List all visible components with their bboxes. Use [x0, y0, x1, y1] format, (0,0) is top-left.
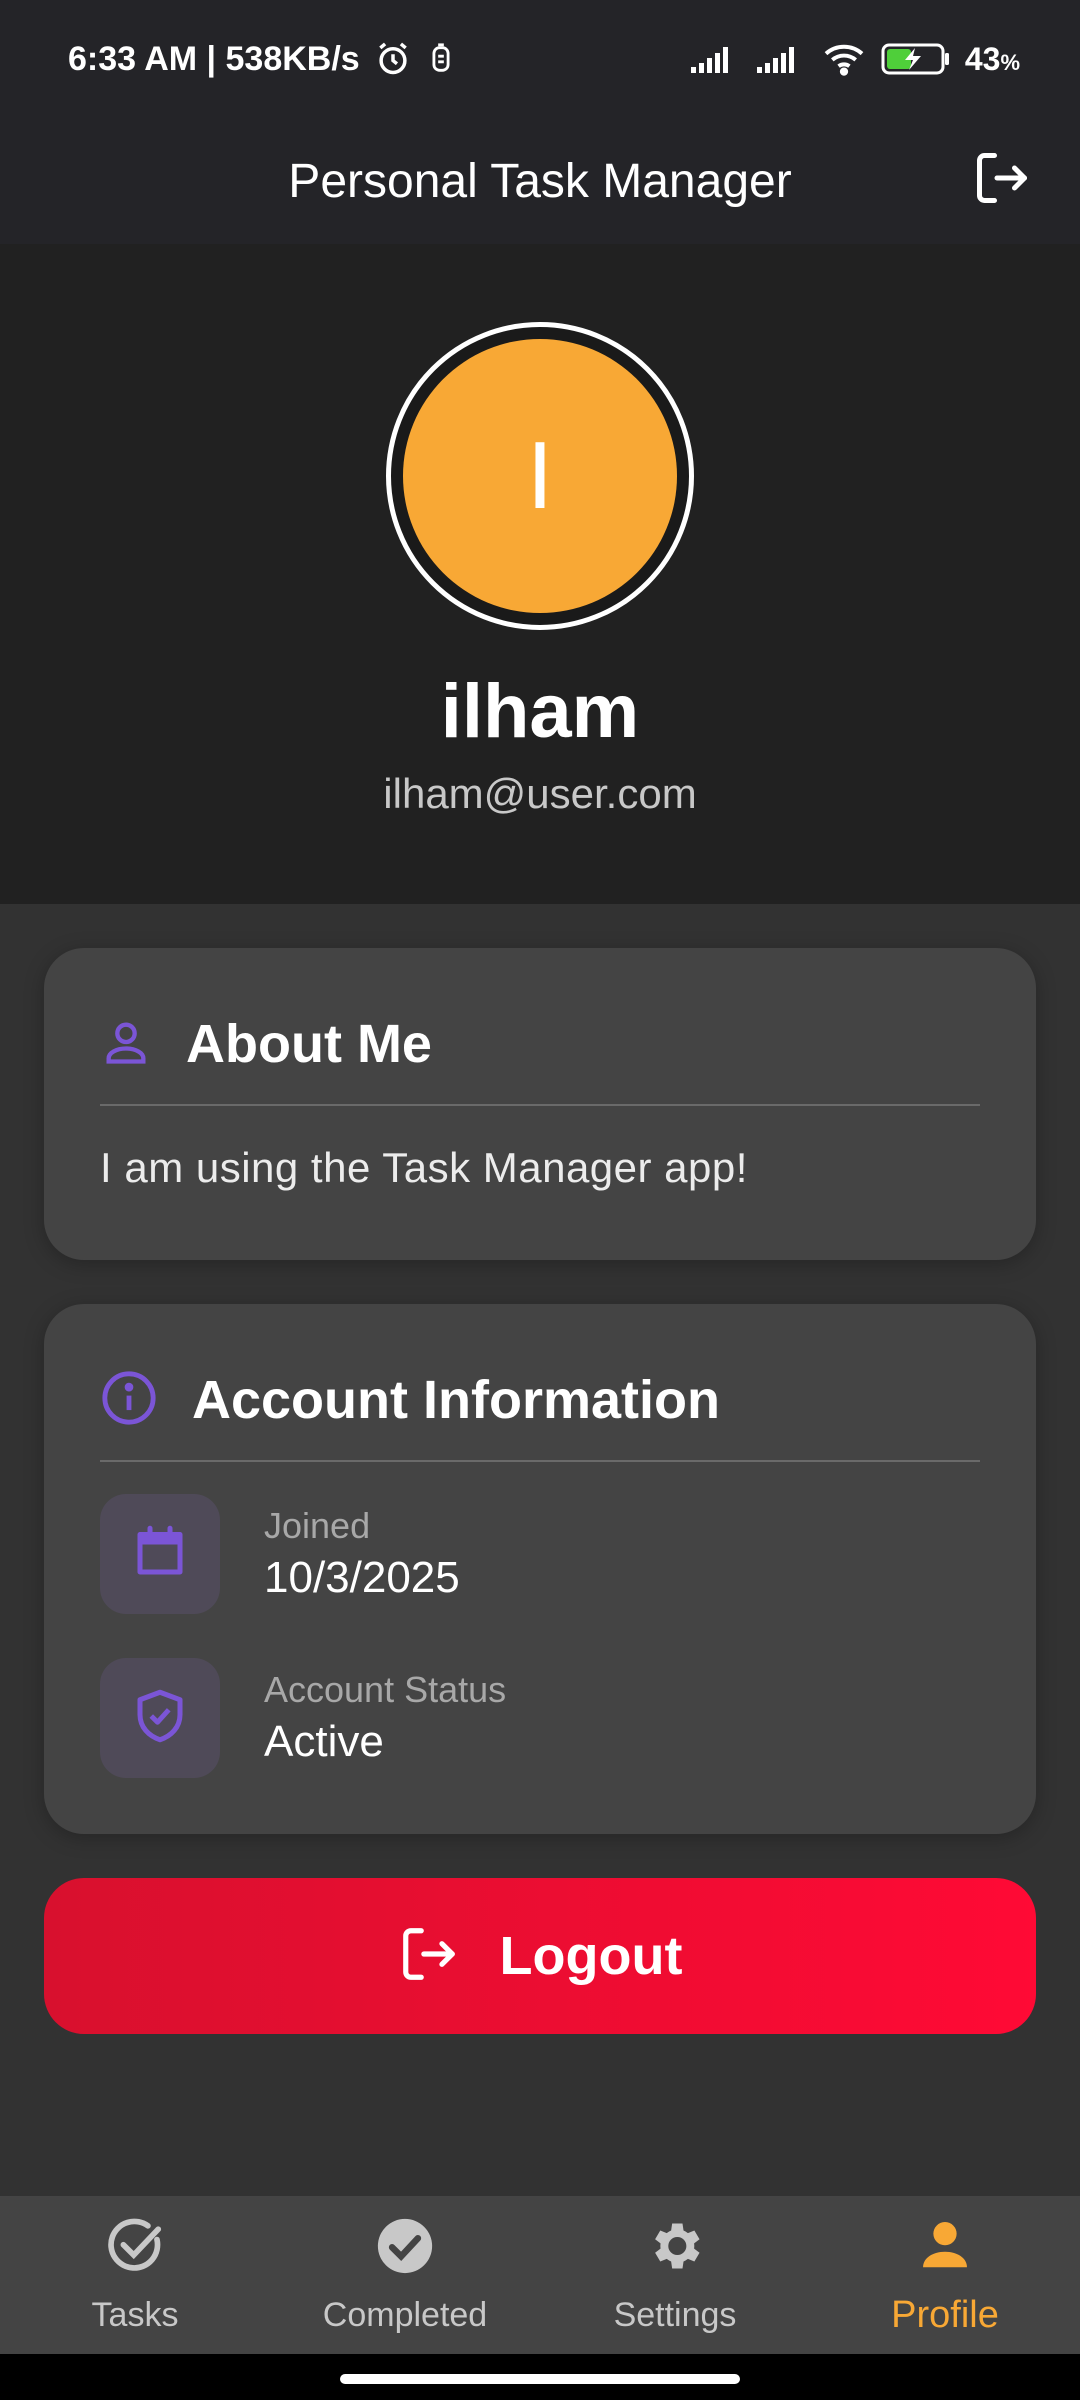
status-value: Active [264, 1717, 384, 1766]
logout-label: Logout [499, 1926, 683, 1986]
status-texts: Account Status Active [264, 1669, 506, 1767]
about-card-header: About Me [100, 1004, 980, 1084]
nav-settings[interactable]: Settings [540, 2196, 810, 2354]
about-text: I am using the Task Manager app! [100, 1144, 748, 1191]
status-bar: 6:33 AM | 538KB/s 43% [0, 0, 1080, 118]
nav-label-completed: Completed [322, 2296, 488, 2334]
account-card: Account Information Joined 10/3/2025 Acc… [44, 1304, 1036, 1834]
about-title: About Me [186, 1014, 432, 1074]
joined-value: 10/3/2025 [264, 1553, 460, 1602]
info-icon [100, 1369, 158, 1432]
alarm-icon [374, 40, 412, 78]
nav-profile[interactable]: Profile [810, 2196, 1080, 2354]
battery-icon [881, 42, 951, 76]
status-icon-box [100, 1658, 220, 1778]
logout-icon [972, 148, 1032, 213]
app-title: Personal Task Manager [288, 154, 792, 208]
nav-completed[interactable]: Completed [270, 2196, 540, 2354]
status-right: 43% [689, 41, 1020, 78]
nav-label-settings: Settings [613, 2296, 737, 2334]
avatar-initial: I [526, 422, 554, 529]
app-bar: Personal Task Manager [0, 118, 1080, 244]
joined-icon-box [100, 1494, 220, 1614]
notification-icon [426, 42, 456, 76]
account-card-header: Account Information [100, 1360, 980, 1440]
nav-label-tasks: Tasks [91, 2296, 179, 2334]
bottom-nav: Tasks Completed Settings Profile [0, 2196, 1080, 2354]
divider [100, 1460, 980, 1462]
status-time: 6:33 AM | 538KB/s [68, 39, 360, 78]
joined-texts: Joined 10/3/2025 [264, 1505, 460, 1603]
battery-percent: 43% [964, 40, 1020, 77]
shield-check-icon [130, 1686, 190, 1751]
status-label: Account Status [264, 1669, 507, 1710]
joined-label: Joined [264, 1505, 371, 1546]
avatar-ring: I [386, 322, 694, 630]
divider [100, 1104, 980, 1106]
gear-icon [644, 2215, 706, 2282]
logout-button[interactable]: Logout [44, 1878, 1036, 2034]
account-status-row: Account Status Active [100, 1658, 980, 1778]
calendar-icon [130, 1522, 190, 1587]
home-indicator[interactable] [340, 2374, 740, 2384]
person-outline-icon [100, 1016, 152, 1073]
about-card: About Me I am using the Task Manager app… [44, 948, 1036, 1260]
nav-label-profile: Profile [891, 2294, 999, 2336]
status-left: 6:33 AM | 538KB/s [68, 40, 456, 79]
profile-header: I ilham ilham@user.com [0, 244, 1080, 904]
nav-tasks[interactable]: Tasks [0, 2196, 270, 2354]
user-name: ilham [440, 669, 640, 754]
account-title: Account Information [192, 1370, 720, 1430]
avatar[interactable]: I [403, 339, 677, 613]
logout-icon [398, 1923, 460, 1990]
wifi-icon [821, 41, 867, 77]
person-icon [914, 2213, 976, 2280]
signal-icon-2 [755, 43, 807, 75]
check-circle-icon [374, 2215, 436, 2282]
joined-row: Joined 10/3/2025 [100, 1494, 980, 1614]
user-email: ilham@user.com [383, 770, 697, 817]
appbar-logout-button[interactable] [962, 140, 1042, 220]
task-check-outline-icon [104, 2215, 166, 2282]
signal-icon [689, 43, 741, 75]
